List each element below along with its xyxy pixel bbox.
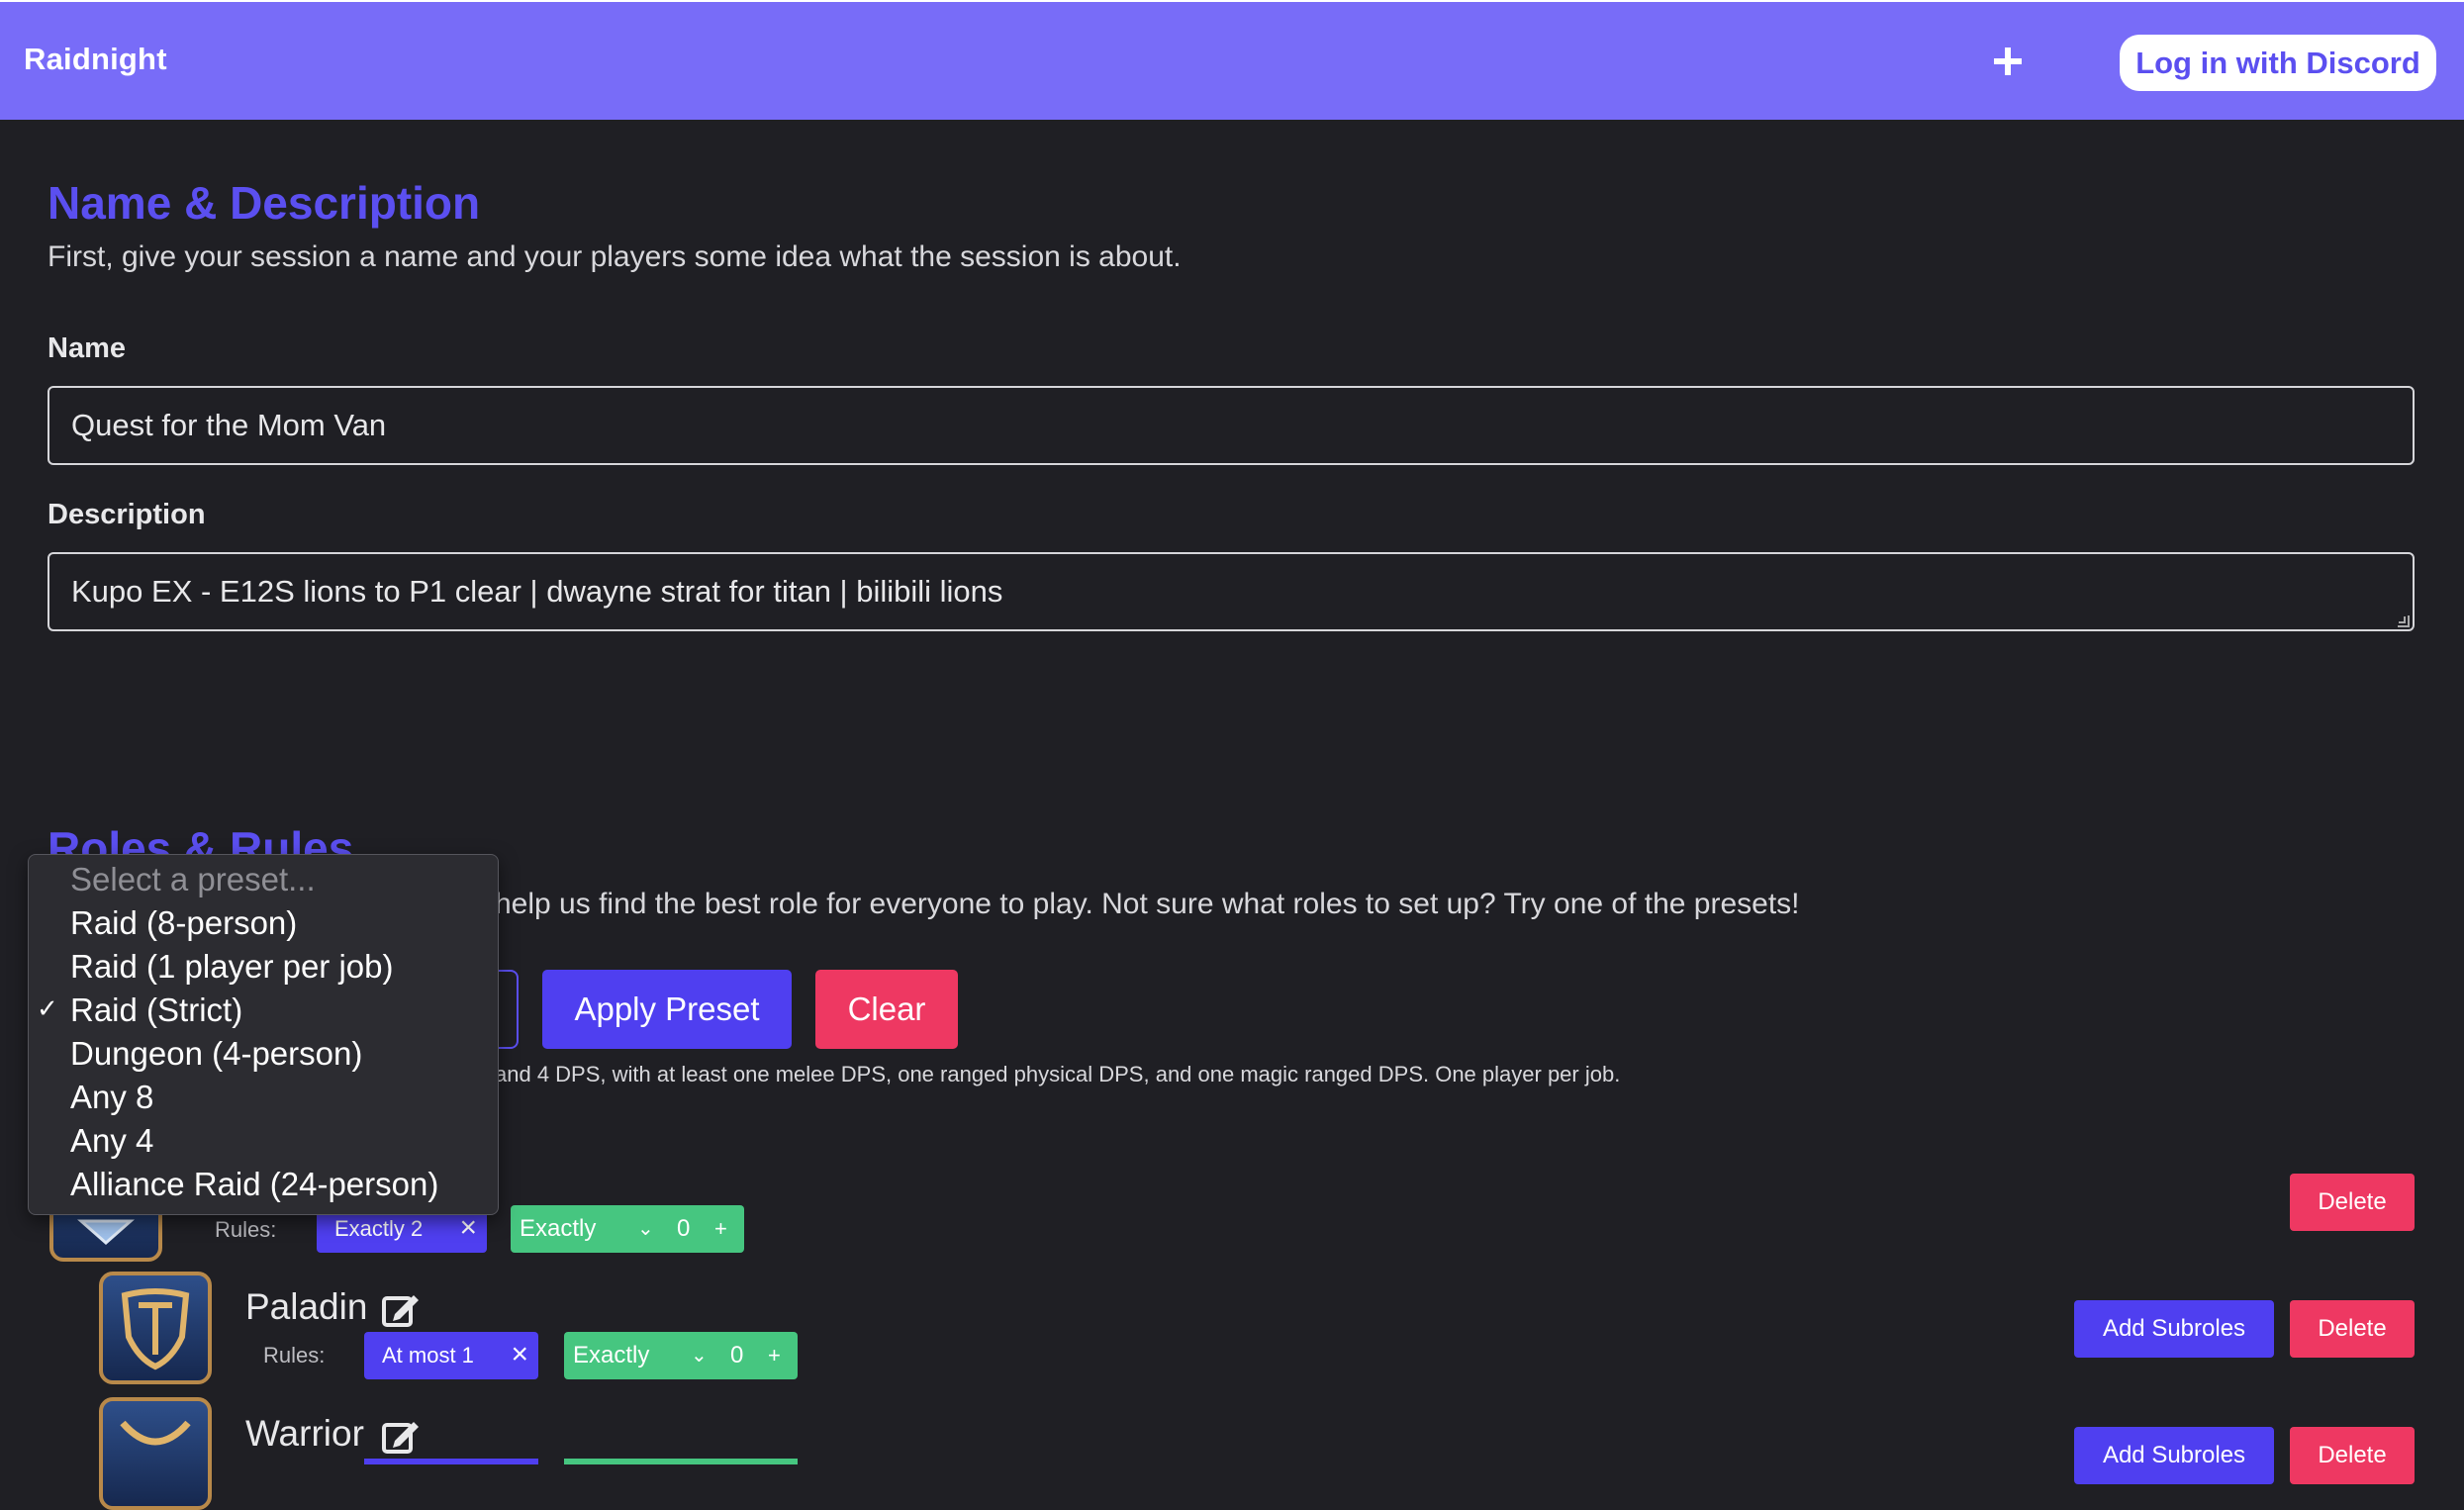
preset-option[interactable]: Alliance Raid (24-person) bbox=[70, 1166, 438, 1203]
name-section-title: Name & Description bbox=[47, 177, 481, 229]
add-subroles-button[interactable]: Add Subroles bbox=[2074, 1300, 2274, 1358]
rule-type-select[interactable]: Exactly bbox=[520, 1205, 596, 1253]
checkmark-icon: ✓ bbox=[37, 993, 58, 1023]
rule-count-input[interactable]: 0 bbox=[730, 1332, 743, 1379]
clear-button[interactable]: Clear bbox=[815, 970, 958, 1049]
preset-option[interactable]: Any 8 bbox=[70, 1079, 153, 1116]
preset-option[interactable]: Any 4 bbox=[70, 1122, 153, 1160]
new-rule-control bbox=[564, 1459, 798, 1464]
new-session-button[interactable] bbox=[1983, 40, 2033, 83]
preset-option-selected[interactable]: Raid (Strict) bbox=[70, 991, 242, 1029]
preset-option[interactable]: Dungeon (4-person) bbox=[70, 1035, 362, 1073]
name-section-subtitle: First, give your session a name and your… bbox=[47, 240, 1182, 273]
preset-option[interactable]: Raid (8-person) bbox=[70, 904, 297, 942]
add-rule-icon[interactable]: + bbox=[714, 1205, 727, 1253]
new-rule-control: Exactly ⌄ 0 + bbox=[564, 1332, 798, 1379]
rule-tag bbox=[364, 1459, 538, 1464]
rule-count-input[interactable]: 0 bbox=[677, 1205, 690, 1253]
role-name: Paladin bbox=[245, 1286, 368, 1327]
preset-dropdown-menu: Select a preset... Raid (8-person) Raid … bbox=[28, 854, 499, 1215]
resize-handle[interactable] bbox=[2398, 615, 2410, 627]
chevron-down-icon[interactable]: ⌄ bbox=[637, 1205, 654, 1253]
roles-section-subtitle: help us find the best role for everyone … bbox=[495, 888, 1800, 920]
plus-icon bbox=[1994, 47, 2022, 75]
roles-section-title: Roles & Rules bbox=[47, 822, 354, 855]
login-discord-button[interactable]: Log in with Discord bbox=[2120, 35, 2436, 91]
name-input[interactable]: Quest for the Mom Van bbox=[47, 386, 2415, 465]
warrior-axe-icon bbox=[120, 1420, 191, 1446]
description-label: Description bbox=[47, 499, 206, 530]
chevron-down-icon[interactable]: ⌄ bbox=[691, 1332, 708, 1379]
preset-option[interactable]: Raid (1 player per job) bbox=[70, 948, 394, 986]
description-text: Kupo EX - E12S lions to P1 clear | dwayn… bbox=[71, 574, 1003, 609]
delete-role-button[interactable]: Delete bbox=[2290, 1427, 2415, 1484]
add-subroles-button[interactable]: Add Subroles bbox=[2074, 1427, 2274, 1484]
top-navbar: Raidnight Log in with Discord bbox=[0, 0, 2464, 120]
rules-label: Rules: bbox=[215, 1217, 277, 1242]
delete-role-button[interactable]: Delete bbox=[2290, 1174, 2415, 1231]
rules-label: Rules: bbox=[263, 1343, 326, 1368]
rule-tag-label: At most 1 bbox=[382, 1343, 474, 1368]
paladin-shield-icon bbox=[121, 1288, 190, 1370]
preset-description: and 4 DPS, with at least one melee DPS, … bbox=[495, 1062, 1621, 1086]
paladin-role-icon bbox=[99, 1272, 212, 1384]
edit-icon[interactable] bbox=[381, 1290, 421, 1328]
remove-rule-icon[interactable]: × bbox=[511, 1332, 528, 1377]
name-label: Name bbox=[47, 332, 126, 364]
rule-tag: At most 1 × bbox=[364, 1332, 538, 1379]
apply-preset-button[interactable]: Apply Preset bbox=[542, 970, 792, 1049]
preset-option-placeholder: Select a preset... bbox=[70, 861, 316, 897]
rule-type-select[interactable]: Exactly bbox=[573, 1332, 649, 1379]
warrior-role-icon bbox=[99, 1397, 212, 1510]
delete-role-button[interactable]: Delete bbox=[2290, 1300, 2415, 1358]
app-brand[interactable]: Raidnight bbox=[24, 42, 167, 77]
role-name: Warrior bbox=[245, 1413, 364, 1454]
add-rule-icon[interactable]: + bbox=[768, 1332, 781, 1379]
edit-icon[interactable] bbox=[381, 1417, 421, 1455]
new-rule-control: Exactly ⌄ 0 + bbox=[511, 1205, 744, 1253]
description-textarea[interactable]: Kupo EX - E12S lions to P1 clear | dwayn… bbox=[47, 552, 2415, 631]
rule-tag-label: Exactly 2 bbox=[334, 1216, 424, 1241]
